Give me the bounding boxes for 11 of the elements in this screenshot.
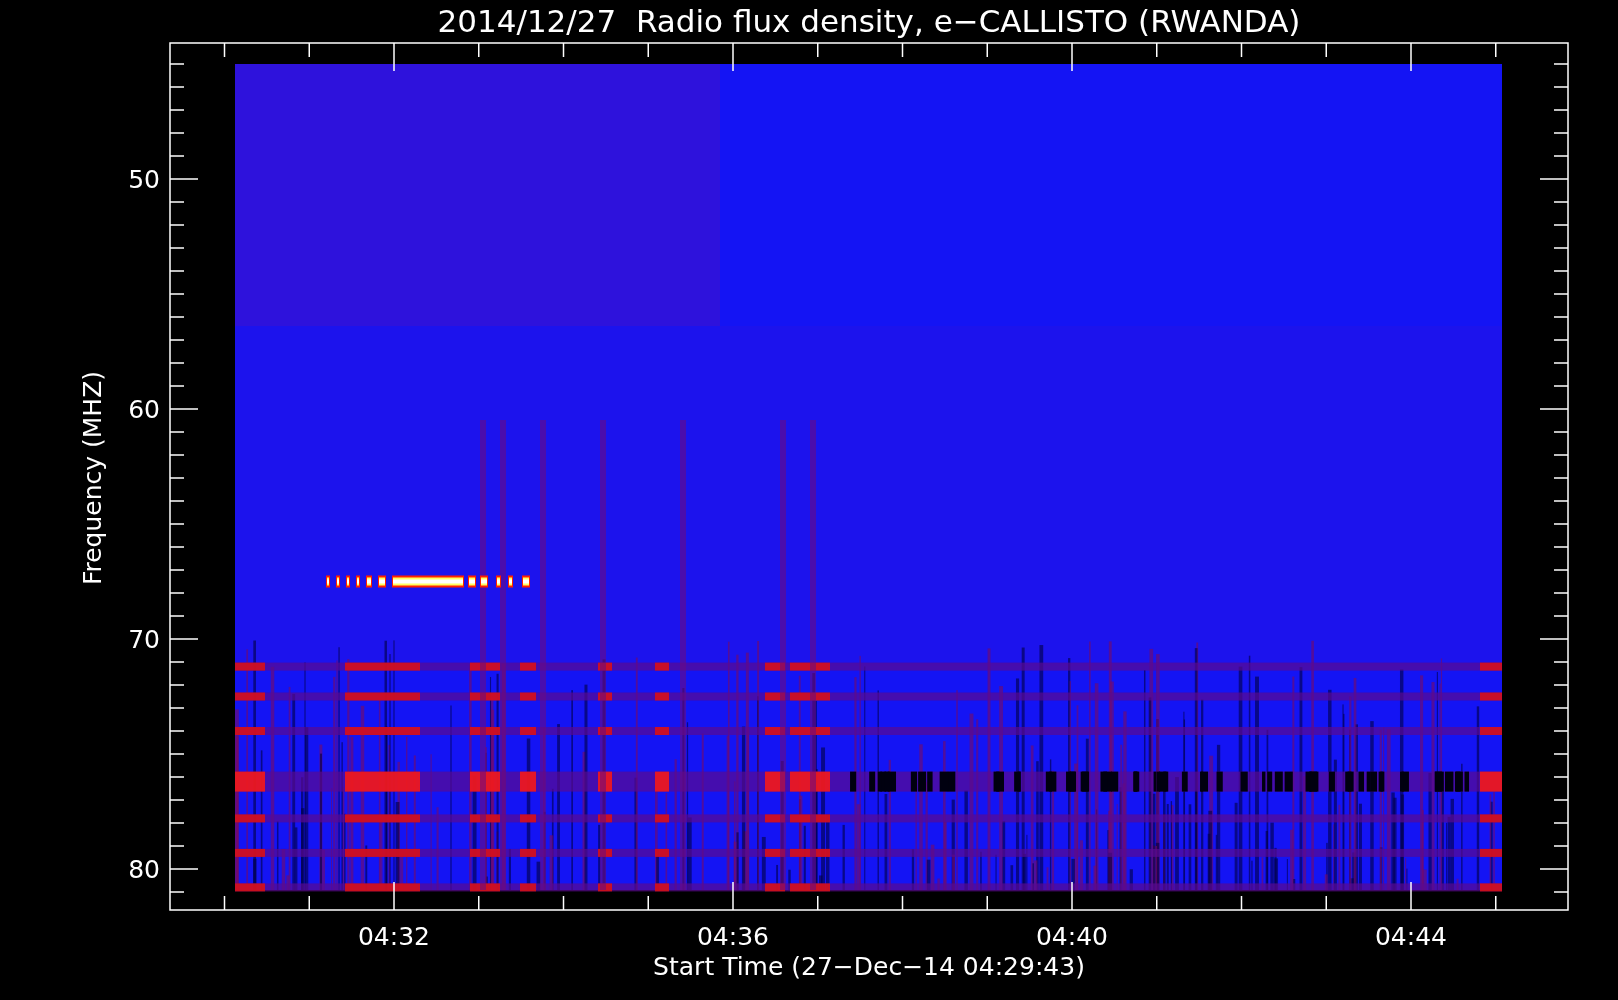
chart-title: 2014/12/27 Radio flux density, e−CALLISTO (RWANDA) [437, 3, 1301, 39]
y-tick-label: 80 [128, 855, 160, 884]
x-tick-label: 04:40 [1036, 922, 1108, 951]
x-tick-label: 04:44 [1375, 922, 1447, 951]
x-tick-label: 04:36 [697, 922, 769, 951]
y-tick-label: 60 [128, 395, 160, 424]
x-tick-label: 04:32 [358, 922, 430, 951]
y-axis-label: Frequency (MHZ) [78, 370, 107, 586]
y-tick-label: 50 [128, 165, 160, 194]
x-axis-label: Start Time (27−Dec−14 04:29:43) [653, 952, 1085, 981]
y-tick-label: 70 [128, 625, 160, 654]
